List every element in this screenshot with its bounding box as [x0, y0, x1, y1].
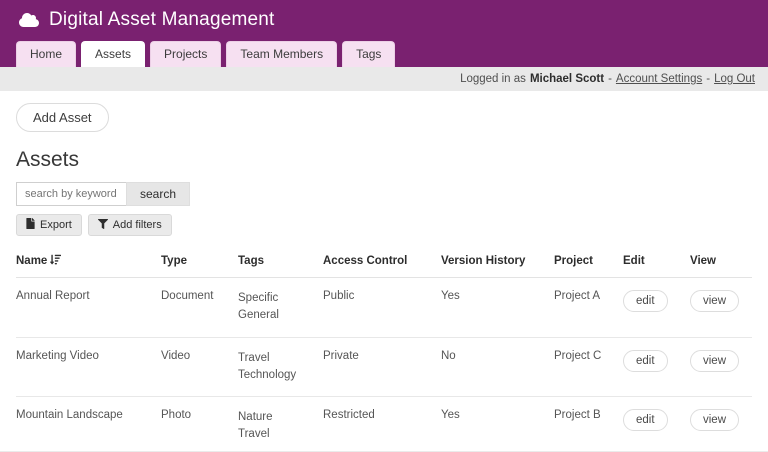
tab-bar: Home Assets Projects Team Members Tags [0, 35, 768, 67]
tag: Technology [238, 368, 297, 381]
tab-team-members[interactable]: Team Members [226, 41, 338, 67]
cell-tags: Specific General [238, 277, 323, 338]
page-title: Assets [16, 148, 80, 171]
cell-tags: Travel Technology [238, 337, 323, 397]
column-header-tags: Tags [238, 242, 323, 278]
search-button[interactable]: search [126, 182, 191, 206]
user-bar: Logged in as Michael Scott - Account Set… [0, 67, 768, 91]
column-header-access-control: Access Control [323, 242, 441, 278]
funnel-icon [97, 218, 108, 232]
assets-table: Name Type Tags Access Control Version Hi… [16, 242, 752, 451]
table-row: Marketing Video Video Travel Technology … [16, 337, 752, 397]
column-header-project: Project [554, 242, 623, 278]
cell-project: Project A [554, 277, 623, 338]
cell-project: Project C [554, 337, 623, 397]
logged-in-username: Michael Scott [529, 73, 605, 85]
cell-tags: Nature Travel [238, 396, 323, 451]
view-button[interactable]: view [690, 349, 740, 372]
tab-home[interactable]: Home [16, 41, 77, 67]
add-asset-button[interactable]: Add Asset [16, 103, 109, 132]
edit-button[interactable]: edit [623, 349, 668, 372]
view-button[interactable]: view [690, 290, 740, 312]
cell-access-control: Private [323, 337, 441, 397]
cell-version-history: No [441, 337, 554, 397]
table-row: Mountain Landscape Photo Nature Travel R… [16, 396, 752, 451]
app-title: Digital Asset Management [49, 9, 275, 30]
cell-access-control: Public [323, 277, 441, 338]
cell-project: Project B [554, 396, 623, 451]
column-header-view: View [690, 242, 752, 278]
tag: Travel [238, 351, 270, 364]
tab-tags[interactable]: Tags [342, 41, 396, 67]
export-label: Export [40, 219, 72, 231]
cloud-icon [18, 12, 40, 28]
add-filters-button[interactable]: Add filters [87, 214, 172, 236]
tag: Specific [238, 292, 279, 304]
tab-assets[interactable]: Assets [81, 41, 146, 67]
column-header-type: Type [161, 242, 238, 278]
log-out-link[interactable]: Log Out [714, 73, 755, 85]
cell-access-control: Restricted [323, 396, 441, 451]
cell-type: Document [161, 277, 238, 338]
table-header-row: Name Type Tags Access Control Version Hi… [16, 242, 752, 278]
cell-version-history: Yes [441, 396, 554, 451]
main-content: Add Asset Assets search Export Add filte… [0, 91, 768, 451]
tag: Nature [238, 411, 273, 423]
edit-button[interactable]: edit [623, 409, 668, 431]
cell-version-history: Yes [441, 277, 554, 338]
account-settings-link[interactable]: Account Settings [616, 73, 702, 85]
cell-name: Marketing Video [16, 337, 161, 397]
column-header-name[interactable]: Name [16, 242, 161, 278]
cell-type: Video [161, 337, 238, 397]
logged-in-prefix: Logged in as [460, 73, 526, 85]
sort-icon[interactable] [50, 254, 62, 268]
cell-name: Annual Report [16, 277, 161, 338]
search-input[interactable] [16, 182, 126, 206]
file-icon [26, 218, 35, 232]
search-row: search [16, 182, 752, 206]
export-button[interactable]: Export [16, 214, 82, 236]
brand: Digital Asset Management [0, 7, 768, 35]
separator: - [706, 73, 711, 85]
app-header: Digital Asset Management Home Assets Pro… [0, 0, 768, 67]
filter-row: Export Add filters [16, 214, 752, 236]
view-button[interactable]: view [690, 409, 740, 431]
cell-type: Photo [161, 396, 238, 451]
tab-projects[interactable]: Projects [150, 41, 222, 67]
add-filters-label: Add filters [112, 219, 162, 231]
table-row: Annual Report Document Specific General … [16, 277, 752, 338]
column-header-edit: Edit [623, 242, 690, 278]
cell-name: Mountain Landscape [16, 396, 161, 451]
edit-button[interactable]: edit [623, 290, 668, 312]
column-header-version-history: Version History [441, 242, 554, 278]
tag: Travel [238, 428, 270, 441]
tag: General [238, 309, 279, 322]
separator: - [608, 73, 612, 85]
